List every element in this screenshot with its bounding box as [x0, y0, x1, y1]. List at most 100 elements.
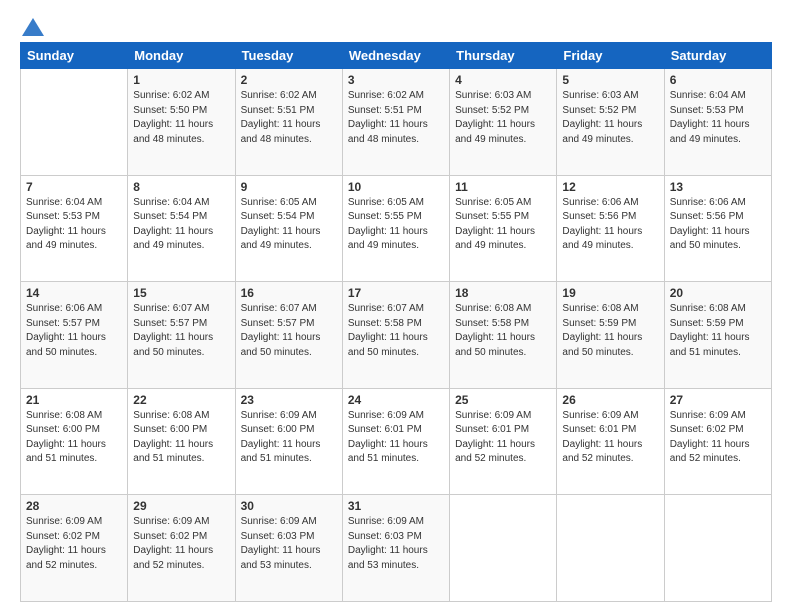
- day-number: 17: [348, 286, 444, 300]
- calendar-cell: 29 Sunrise: 6:09 AMSunset: 6:02 PMDayligh…: [128, 495, 235, 602]
- day-number: 10: [348, 180, 444, 194]
- day-number: 22: [133, 393, 229, 407]
- calendar-cell: 12 Sunrise: 6:06 AMSunset: 5:56 PMDayligh…: [557, 175, 664, 282]
- calendar-cell: 20 Sunrise: 6:08 AMSunset: 5:59 PMDayligh…: [664, 282, 771, 389]
- cell-content: Sunrise: 6:06 AMSunset: 5:57 PMDaylight:…: [26, 302, 122, 360]
- header-day: Tuesday: [235, 43, 342, 69]
- cell-content: Sunrise: 6:08 AMSunset: 5:58 PMDaylight:…: [455, 302, 551, 360]
- calendar-table: SundayMondayTuesdayWednesdayThursdayFrid…: [20, 42, 772, 602]
- header-row: SundayMondayTuesdayWednesdayThursdayFrid…: [21, 43, 772, 69]
- calendar-page: SundayMondayTuesdayWednesdayThursdayFrid…: [0, 0, 792, 612]
- day-number: 29: [133, 499, 229, 513]
- calendar-row: 1 Sunrise: 6:02 AMSunset: 5:50 PMDaylight…: [21, 69, 772, 176]
- day-number: 13: [670, 180, 766, 194]
- calendar-row: 28 Sunrise: 6:09 AMSunset: 6:02 PMDayligh…: [21, 495, 772, 602]
- day-number: 24: [348, 393, 444, 407]
- cell-content: Sunrise: 6:04 AMSunset: 5:53 PMDaylight:…: [670, 89, 766, 147]
- cell-content: Sunrise: 6:08 AMSunset: 5:59 PMDaylight:…: [670, 302, 766, 360]
- calendar-cell: [21, 69, 128, 176]
- header-day: Thursday: [450, 43, 557, 69]
- calendar-cell: 2Sunrise: 6:02 AMSunset: 5:51 PMDaylight…: [235, 69, 342, 176]
- calendar-cell: 15Sunrise: 6:07 AMSunset: 5:57 PMDayligh…: [128, 282, 235, 389]
- calendar-cell: 9 Sunrise: 6:05 AMSunset: 5:54 PMDaylight…: [235, 175, 342, 282]
- day-number: 14: [26, 286, 122, 300]
- calendar-cell: [557, 495, 664, 602]
- calendar-cell: 18Sunrise: 6:08 AMSunset: 5:58 PMDayligh…: [450, 282, 557, 389]
- calendar-row: 14 Sunrise: 6:06 AMSunset: 5:57 PMDayligh…: [21, 282, 772, 389]
- calendar-cell: 13 Sunrise: 6:06 AMSunset: 5:56 PMDayligh…: [664, 175, 771, 282]
- cell-content: Sunrise: 6:07 AMSunset: 5:58 PMDaylight:…: [348, 302, 444, 360]
- cell-content: Sunrise: 6:09 AMSunset: 6:02 PMDaylight:…: [26, 515, 122, 573]
- cell-content: Sunrise: 6:09 AMSunset: 6:01 PMDaylight:…: [348, 409, 444, 467]
- cell-content: Sunrise: 6:05 AMSunset: 5:54 PMDaylight:…: [241, 196, 337, 254]
- calendar-cell: 23 Sunrise: 6:09 AMSunset: 6:00 PMDayligh…: [235, 388, 342, 495]
- calendar-cell: 14 Sunrise: 6:06 AMSunset: 5:57 PMDayligh…: [21, 282, 128, 389]
- cell-content: Sunrise: 6:07 AMSunset: 5:57 PMDaylight:…: [133, 302, 229, 360]
- logo: [20, 18, 44, 34]
- day-number: 26: [562, 393, 658, 407]
- calendar-cell: 27 Sunrise: 6:09 AMSunset: 6:02 PMDayligh…: [664, 388, 771, 495]
- cell-content: Sunrise: 6:02 AMSunset: 5:50 PMDaylight:…: [133, 89, 229, 147]
- day-number: 7: [26, 180, 122, 194]
- day-number: 1: [133, 73, 229, 87]
- calendar-cell: 4Sunrise: 6:03 AMSunset: 5:52 PMDaylight…: [450, 69, 557, 176]
- calendar-cell: [664, 495, 771, 602]
- header-day: Wednesday: [342, 43, 449, 69]
- calendar-cell: 21 Sunrise: 6:08 AMSunset: 6:00 PMDayligh…: [21, 388, 128, 495]
- logo-icon: [22, 18, 44, 36]
- cell-content: Sunrise: 6:05 AMSunset: 5:55 PMDaylight:…: [348, 196, 444, 254]
- calendar-cell: 30Sunrise: 6:09 AMSunset: 6:03 PMDayligh…: [235, 495, 342, 602]
- day-number: 9: [241, 180, 337, 194]
- day-number: 27: [670, 393, 766, 407]
- day-number: 30: [241, 499, 337, 513]
- cell-content: Sunrise: 6:07 AMSunset: 5:57 PMDaylight:…: [241, 302, 337, 360]
- day-number: 3: [348, 73, 444, 87]
- calendar-cell: 22Sunrise: 6:08 AMSunset: 6:00 PMDayligh…: [128, 388, 235, 495]
- calendar-cell: 31Sunrise: 6:09 AMSunset: 6:03 PMDayligh…: [342, 495, 449, 602]
- cell-content: Sunrise: 6:09 AMSunset: 6:00 PMDaylight:…: [241, 409, 337, 467]
- calendar-cell: 16Sunrise: 6:07 AMSunset: 5:57 PMDayligh…: [235, 282, 342, 389]
- day-number: 20: [670, 286, 766, 300]
- cell-content: Sunrise: 6:05 AMSunset: 5:55 PMDaylight:…: [455, 196, 551, 254]
- logo-text: [20, 18, 44, 36]
- day-number: 28: [26, 499, 122, 513]
- calendar-cell: 17 Sunrise: 6:07 AMSunset: 5:58 PMDayligh…: [342, 282, 449, 389]
- cell-content: Sunrise: 6:02 AMSunset: 5:51 PMDaylight:…: [241, 89, 337, 147]
- cell-content: Sunrise: 6:06 AMSunset: 5:56 PMDaylight:…: [670, 196, 766, 254]
- cell-content: Sunrise: 6:03 AMSunset: 5:52 PMDaylight:…: [562, 89, 658, 147]
- calendar-cell: 8 Sunrise: 6:04 AMSunset: 5:54 PMDaylight…: [128, 175, 235, 282]
- day-number: 23: [241, 393, 337, 407]
- calendar-cell: 6 Sunrise: 6:04 AMSunset: 5:53 PMDaylight…: [664, 69, 771, 176]
- cell-content: Sunrise: 6:03 AMSunset: 5:52 PMDaylight:…: [455, 89, 551, 147]
- cell-content: Sunrise: 6:08 AMSunset: 6:00 PMDaylight:…: [26, 409, 122, 467]
- cell-content: Sunrise: 6:08 AMSunset: 5:59 PMDaylight:…: [562, 302, 658, 360]
- header-day: Sunday: [21, 43, 128, 69]
- header: [20, 18, 772, 34]
- calendar-cell: [450, 495, 557, 602]
- calendar-row: 7 Sunrise: 6:04 AMSunset: 5:53 PMDaylight…: [21, 175, 772, 282]
- cell-content: Sunrise: 6:04 AMSunset: 5:54 PMDaylight:…: [133, 196, 229, 254]
- calendar-cell: 26 Sunrise: 6:09 AMSunset: 6:01 PMDayligh…: [557, 388, 664, 495]
- day-number: 12: [562, 180, 658, 194]
- cell-content: Sunrise: 6:04 AMSunset: 5:53 PMDaylight:…: [26, 196, 122, 254]
- calendar-cell: 19Sunrise: 6:08 AMSunset: 5:59 PMDayligh…: [557, 282, 664, 389]
- cell-content: Sunrise: 6:06 AMSunset: 5:56 PMDaylight:…: [562, 196, 658, 254]
- day-number: 21: [26, 393, 122, 407]
- day-number: 8: [133, 180, 229, 194]
- calendar-cell: 7 Sunrise: 6:04 AMSunset: 5:53 PMDaylight…: [21, 175, 128, 282]
- calendar-cell: 10 Sunrise: 6:05 AMSunset: 5:55 PMDayligh…: [342, 175, 449, 282]
- header-day: Monday: [128, 43, 235, 69]
- calendar-cell: 24 Sunrise: 6:09 AMSunset: 6:01 PMDayligh…: [342, 388, 449, 495]
- cell-content: Sunrise: 6:09 AMSunset: 6:02 PMDaylight:…: [133, 515, 229, 573]
- calendar-cell: 3Sunrise: 6:02 AMSunset: 5:51 PMDaylight…: [342, 69, 449, 176]
- day-number: 6: [670, 73, 766, 87]
- calendar-cell: 28 Sunrise: 6:09 AMSunset: 6:02 PMDayligh…: [21, 495, 128, 602]
- cell-content: Sunrise: 6:09 AMSunset: 6:02 PMDaylight:…: [670, 409, 766, 467]
- header-day: Saturday: [664, 43, 771, 69]
- cell-content: Sunrise: 6:09 AMSunset: 6:01 PMDaylight:…: [562, 409, 658, 467]
- calendar-cell: 5 Sunrise: 6:03 AMSunset: 5:52 PMDaylight…: [557, 69, 664, 176]
- calendar-cell: 11Sunrise: 6:05 AMSunset: 5:55 PMDayligh…: [450, 175, 557, 282]
- day-number: 31: [348, 499, 444, 513]
- calendar-cell: 25Sunrise: 6:09 AMSunset: 6:01 PMDayligh…: [450, 388, 557, 495]
- day-number: 5: [562, 73, 658, 87]
